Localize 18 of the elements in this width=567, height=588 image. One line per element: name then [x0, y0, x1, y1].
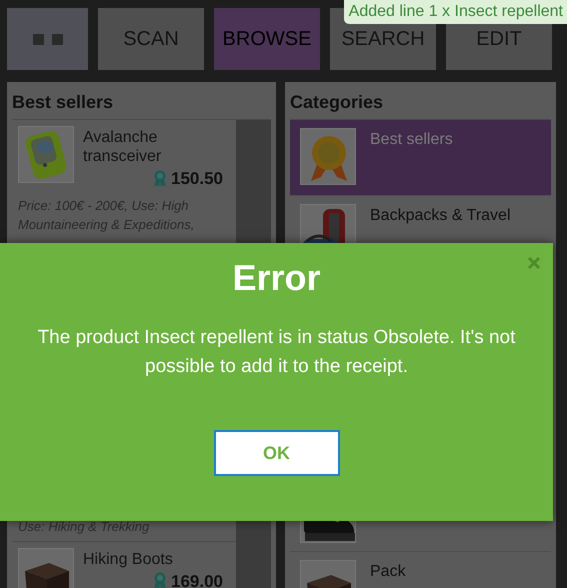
product-name: Hiking Boots: [83, 550, 174, 568]
award-icon: [153, 170, 167, 188]
award-icon: [153, 572, 167, 588]
panel-title: Categories: [290, 91, 384, 114]
category-item[interactable]: Best sellers: [290, 120, 551, 196]
ok-button[interactable]: OK: [214, 430, 340, 476]
category-item[interactable]: Pack: [290, 552, 551, 588]
dialog-message: The product Insect repellent is in status Obsolete. It's not possible to add it to the receipt.: [36, 326, 516, 379]
product-name: Avalanche transceiver: [83, 128, 162, 166]
product-price: 150.50: [171, 168, 223, 190]
tab-button[interactable]: SCAN: [98, 8, 204, 70]
notification-toast: Added line 1 x Insect repellent: [344, 0, 567, 24]
menu-button[interactable]: [7, 8, 88, 70]
panel-title: Best sellers: [12, 91, 114, 114]
product-price: 169.00: [171, 570, 223, 588]
tab-button[interactable]: BROWSE: [214, 8, 320, 70]
close-icon[interactable]: [527, 256, 541, 270]
menu-icon: [32, 34, 62, 46]
